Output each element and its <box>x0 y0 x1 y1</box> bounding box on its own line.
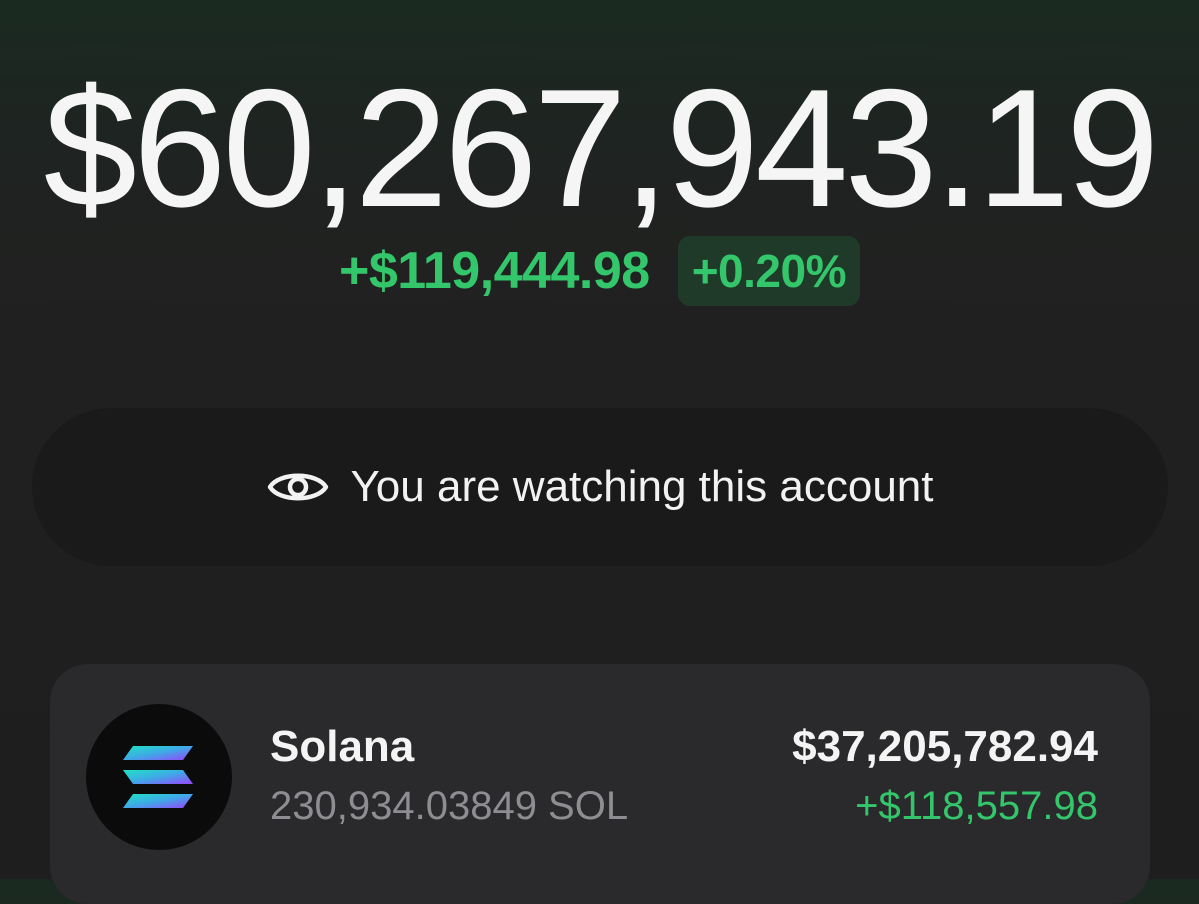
token-value: $37,205,782.94 <box>792 722 1098 771</box>
total-balance: $60,267,943.19 <box>43 54 1160 242</box>
token-name: Solana <box>270 722 415 771</box>
solana-logo-icon <box>86 704 232 850</box>
balance-change-row: +$119,444.98 +0.20% <box>0 232 1199 310</box>
change-amount: +$119,444.98 <box>339 242 650 300</box>
change-percent-badge: +0.20% <box>677 236 860 306</box>
watching-account-banner[interactable]: You are watching this account <box>32 408 1168 566</box>
token-row-solana[interactable]: Solana 230,934.03849 SOL $37,205,782.94 … <box>50 664 1150 904</box>
watching-account-text: You are watching this account <box>350 462 934 511</box>
eye-icon <box>267 473 328 501</box>
token-amount: 230,934.03849 SOL <box>270 784 629 828</box>
token-change: +$118,557.98 <box>855 784 1098 828</box>
